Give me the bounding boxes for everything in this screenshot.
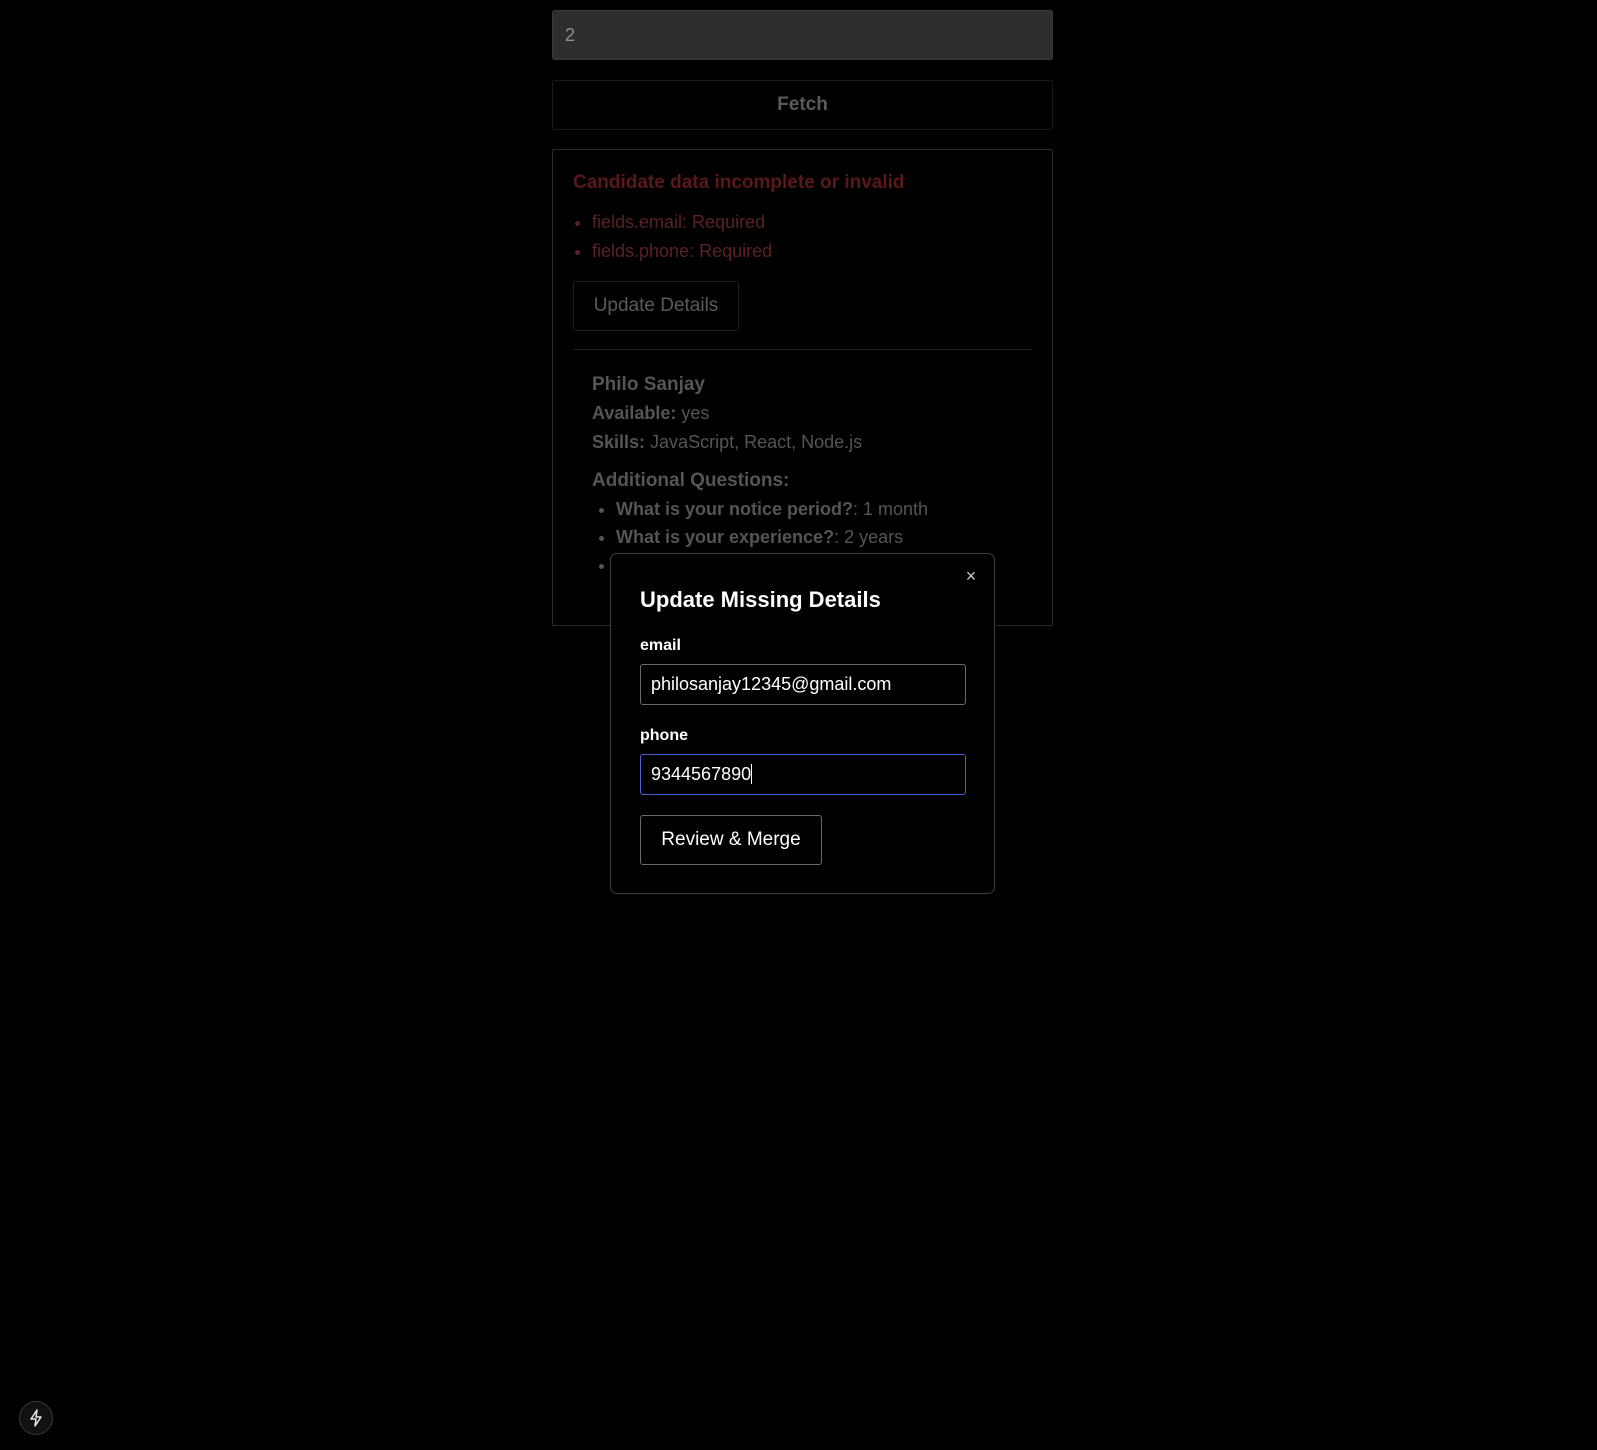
- dev-tools-button[interactable]: [19, 1401, 53, 1435]
- error-item: fields.phone: Required: [592, 237, 1032, 266]
- skills-value: JavaScript, React, Node.js: [650, 432, 863, 452]
- availability-row: Available: yes: [592, 399, 1032, 428]
- question-text: What is your notice period?: [616, 499, 854, 519]
- phone-label: phone: [640, 727, 688, 744]
- availability-value: yes: [681, 403, 710, 423]
- main-container: 2 Fetch Candidate data incomplete or inv…: [552, 10, 1053, 626]
- lightning-bolt-icon: [30, 1409, 42, 1427]
- error-list: fields.email: Required fields.phone: Req…: [573, 208, 1032, 266]
- close-icon[interactable]: ×: [961, 566, 981, 586]
- email-field[interactable]: philosanjay12345@gmail.com: [640, 664, 966, 705]
- fetch-button[interactable]: Fetch: [552, 80, 1053, 130]
- question-text: What is your experience?: [616, 527, 835, 547]
- candidate-name: Philo Sanjay: [592, 374, 705, 395]
- skills-label: Skills:: [592, 432, 646, 452]
- divider: [573, 349, 1032, 350]
- modal-title: Update Missing Details: [640, 587, 881, 612]
- answer-text: : 2 years: [834, 527, 904, 547]
- email-label: email: [640, 637, 681, 654]
- skills-row: Skills: JavaScript, React, Node.js: [592, 428, 1032, 457]
- phone-value: 9344567890: [651, 764, 752, 784]
- question-item: What is your notice period?: 1 month: [616, 495, 1032, 523]
- additional-questions-title: Additional Questions:: [592, 470, 790, 491]
- question-item: What is your experience?: 2 years: [616, 523, 1032, 551]
- page: 2 Fetch Candidate data incomplete or inv…: [0, 0, 1597, 1450]
- error-title: Candidate data incomplete or invalid: [573, 172, 905, 193]
- phone-field[interactable]: 9344567890: [640, 754, 966, 795]
- answer-text: : 1 month: [853, 499, 929, 519]
- availability-label: Available:: [592, 403, 677, 423]
- error-item: fields.email: Required: [592, 208, 1032, 237]
- update-details-button[interactable]: Update Details: [573, 281, 739, 331]
- candidate-details: Philo Sanjay Available: yes Skills: Java…: [573, 370, 1032, 579]
- review-merge-button[interactable]: Review & Merge: [640, 815, 822, 865]
- candidate-id-input[interactable]: 2: [552, 10, 1053, 60]
- text-caret: [751, 764, 753, 784]
- update-details-modal: × Update Missing Details email philosanj…: [610, 553, 995, 894]
